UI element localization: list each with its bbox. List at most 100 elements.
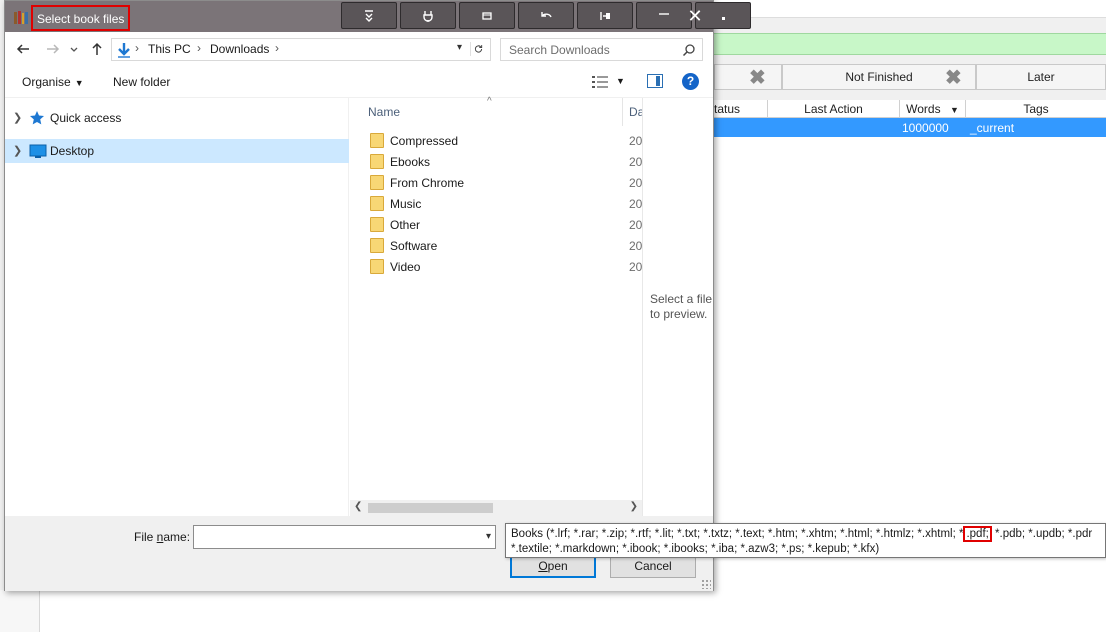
bg-tab-later-label: Later	[1027, 70, 1055, 84]
search-icon[interactable]	[682, 43, 696, 57]
command-bar: Organise ▼ New folder ▼ ?	[5, 66, 713, 98]
collapse-down-icon	[365, 9, 373, 22]
type-text: *.pdb; *.updb; *.pdr	[991, 528, 1093, 540]
address-bar[interactable]: › This PC › Downloads › ▾	[111, 38, 491, 61]
breadcrumb-downloads[interactable]: Downloads	[210, 42, 269, 57]
bg-tab-later[interactable]: Later	[976, 64, 1106, 90]
chevron-right-icon[interactable]: ❯	[13, 111, 22, 124]
file-type-option-line[interactable]: Books (*.lrf; *.rar; *.zip; *.rtf; *.lit…	[511, 526, 1100, 542]
column-divider[interactable]	[622, 98, 623, 126]
tool-window-button[interactable]	[459, 2, 515, 29]
bg-row-tags: _current	[970, 121, 1015, 135]
search-placeholder: Search Downloads	[509, 43, 610, 57]
list-item[interactable]: From Chrome 20	[350, 172, 642, 193]
tool-dock-button[interactable]	[577, 2, 633, 29]
help-icon[interactable]: ?	[682, 73, 699, 90]
preview-pane: Select a file to preview.	[642, 98, 713, 516]
nav-item-desktop[interactable]: ❯ Desktop	[5, 139, 349, 163]
preview-pane-icon[interactable]	[647, 74, 663, 88]
bg-table-row[interactable]: 1000000 _current	[714, 118, 1106, 137]
folder-icon	[370, 154, 384, 169]
file-type-dropdown-list[interactable]: Books (*.lrf; *.rar; *.zip; *.rtf; *.lit…	[505, 523, 1106, 558]
dialog-title: Select book files	[31, 5, 131, 31]
breadcrumb-this-pc[interactable]: This PC	[148, 42, 191, 57]
horizontal-scrollbar[interactable]: ❮ ❯	[350, 500, 642, 516]
organise-button[interactable]: Organise ▼	[22, 75, 84, 89]
scrollbar-thumb[interactable]	[368, 503, 493, 513]
breadcrumb-separator: ›	[135, 41, 139, 55]
list-item[interactable]: Music 20	[350, 193, 642, 214]
file-name-field[interactable]: ▾	[193, 525, 496, 549]
navigation-bar: › This PC › Downloads › ▾ Search Downloa…	[5, 32, 713, 66]
type-text: Books (*.lrf; *.rar; *.zip; *.rtf; *.lit…	[511, 528, 964, 540]
window-icon	[482, 11, 492, 20]
file-name: From Chrome	[390, 176, 465, 190]
plug-icon	[423, 10, 433, 22]
resize-grip-icon[interactable]	[701, 579, 711, 589]
list-item[interactable]: Compressed 20	[350, 130, 642, 151]
list-item[interactable]: Video 20	[350, 256, 642, 277]
view-details-icon[interactable]	[591, 75, 609, 89]
tool-undo-button[interactable]	[518, 2, 574, 29]
file-date: 20	[629, 239, 643, 253]
back-arrow-icon[interactable]	[15, 41, 31, 57]
file-name: Music	[390, 197, 422, 211]
organise-chevron-down-icon: ▼	[74, 78, 84, 88]
file-name: Video	[390, 260, 421, 274]
tool-pin-button[interactable]	[400, 2, 456, 29]
tool-minimize-button[interactable]	[636, 2, 692, 29]
bg-col-words[interactable]: Words ▼	[900, 100, 966, 118]
file-name: Ebooks	[390, 155, 431, 169]
search-input[interactable]: Search Downloads	[500, 38, 703, 61]
dialog-titlebar[interactable]: Select book files ✕	[5, 1, 751, 32]
close-icon[interactable]: ✕	[685, 6, 705, 26]
up-arrow-icon[interactable]	[89, 41, 105, 57]
refresh-icon[interactable]	[470, 42, 484, 56]
bg-tab-left[interactable]: ✖	[714, 64, 782, 90]
tool-collapse-button[interactable]	[341, 2, 397, 29]
list-item[interactable]: Software 20	[350, 235, 642, 256]
bg-row-words: 1000000	[902, 121, 949, 135]
bg-tab-close-icon[interactable]: ✖	[945, 68, 962, 88]
bg-tab-not-finished[interactable]: Not Finished ✖	[782, 64, 976, 90]
file-name: Compressed	[390, 134, 459, 148]
file-name: Software	[390, 239, 438, 253]
new-folder-button[interactable]: New folder	[113, 75, 170, 89]
scroll-left-icon[interactable]: ❮	[354, 501, 362, 512]
scroll-right-icon[interactable]: ❯	[630, 501, 638, 512]
chevron-right-icon[interactable]: ❯	[13, 144, 22, 157]
undo-icon	[541, 11, 552, 17]
recent-chevron-down-icon[interactable]	[69, 41, 79, 57]
folder-icon	[370, 259, 384, 274]
books-app-icon	[14, 11, 28, 24]
nav-item-quick-access[interactable]: ❯ Quick access	[5, 106, 349, 130]
nav-item-label: Desktop	[50, 144, 95, 158]
bg-col-last-action[interactable]: Last Action	[768, 100, 900, 118]
view-chevron-down-icon[interactable]: ▼	[616, 76, 625, 86]
column-header-name[interactable]: Name	[368, 105, 400, 119]
file-date: 20	[629, 260, 643, 274]
bg-col-status[interactable]: tatus	[714, 100, 768, 118]
file-type-option-line[interactable]: *.textile; *.markdown; *.ibook; *.ibooks…	[511, 542, 1100, 557]
address-history-chevron-icon[interactable]: ▾	[457, 42, 462, 53]
bg-tab-close-icon[interactable]: ✖	[749, 68, 766, 88]
breadcrumb-separator: ›	[275, 41, 279, 55]
cancel-button[interactable]: Cancel	[610, 555, 696, 578]
pdf-extension-highlight: .pdf;	[963, 526, 992, 542]
open-mnemonic: O	[538, 559, 548, 573]
list-item[interactable]: Other 20	[350, 214, 642, 235]
open-button[interactable]: Open	[510, 555, 596, 578]
list-item[interactable]: Ebooks 20	[350, 151, 642, 172]
file-name-chevron-down-icon[interactable]: ▾	[486, 531, 491, 542]
file-name-label: File name:	[134, 530, 190, 544]
select-book-files-dialog: Select book files ✕ › This PC › Download…	[4, 0, 751, 591]
forward-arrow-icon[interactable]	[45, 41, 61, 57]
open-label: pen	[547, 559, 568, 573]
bg-col-tags[interactable]: Tags	[966, 100, 1106, 118]
folder-icon	[370, 175, 384, 190]
file-name-label-part: File	[134, 530, 157, 544]
file-list: Name ^ Da Compressed 20 Ebooks 20 From C…	[350, 96, 644, 516]
file-name: Other	[390, 218, 421, 232]
star-icon	[30, 111, 44, 125]
bg-filter-tabs: ✖ Not Finished ✖ Later	[714, 64, 1106, 90]
